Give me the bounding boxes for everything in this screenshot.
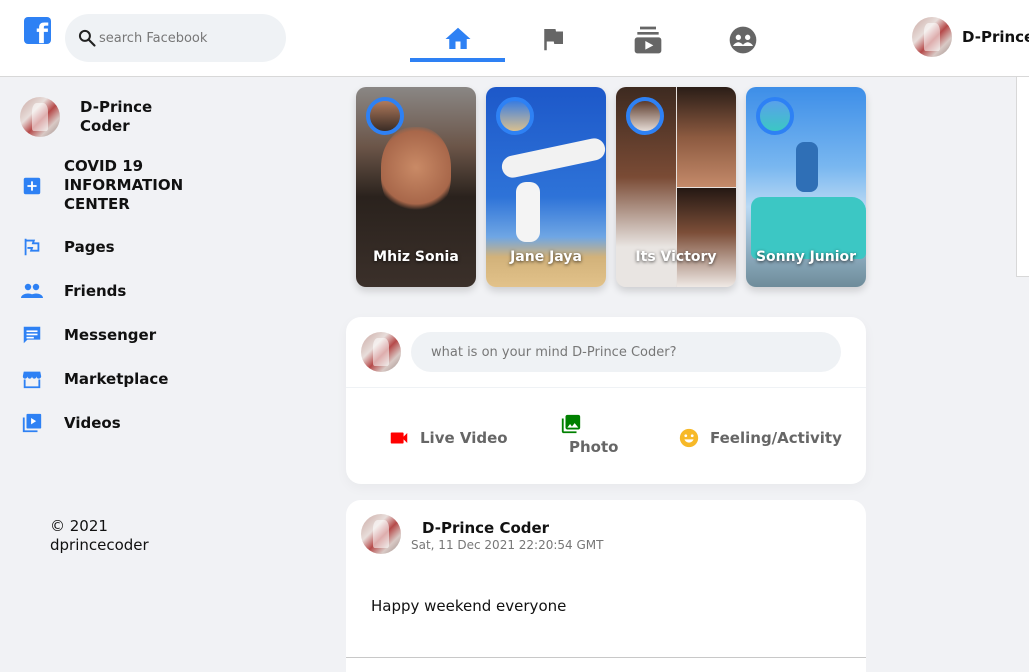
- story-name: Jane Jaya: [510, 249, 582, 265]
- photo-button[interactable]: Photo: [560, 413, 630, 463]
- storefront-icon: [20, 367, 44, 391]
- feeling-activity-label: Feeling/Activity: [710, 429, 842, 447]
- composer-input[interactable]: [411, 332, 841, 372]
- avatar: [361, 332, 401, 372]
- videocam-icon: [390, 432, 408, 444]
- search-box: [65, 14, 286, 62]
- emoji-icon: [679, 428, 699, 448]
- post-message: Happy weekend everyone: [371, 597, 567, 615]
- post-composer: Live Video Photo Feeling/Activity: [346, 317, 866, 484]
- chat-icon: [20, 323, 44, 347]
- nav-groups[interactable]: [695, 0, 790, 62]
- sidebar-user[interactable]: D-Prince Coder: [20, 97, 160, 137]
- facebook-logo-icon[interactable]: f: [24, 17, 51, 44]
- photo-library-icon: [561, 414, 581, 434]
- avatar: [912, 17, 952, 57]
- local-hospital-icon: [20, 174, 44, 198]
- sidebar-item-videos[interactable]: Videos: [20, 411, 121, 435]
- post-card: D-Prince Coder Sat, 11 Dec 2021 22:20:54…: [346, 500, 866, 672]
- sidebar-item-label: COVID 19 INFORMATION CENTER: [64, 157, 184, 213]
- live-video-label: Live Video: [420, 429, 508, 447]
- sidebar-item-label: Pages: [64, 237, 115, 256]
- story-image: [499, 136, 606, 180]
- sidebar-user-name: D-Prince Coder: [80, 98, 153, 135]
- story-card[interactable]: Sonny Junior: [746, 87, 866, 287]
- story-image: [381, 127, 451, 217]
- sidebar-item-covid[interactable]: COVID 19 INFORMATION CENTER: [20, 157, 194, 214]
- home-icon: [445, 27, 470, 49]
- story-avatar: [496, 97, 534, 135]
- story-avatar: [756, 97, 794, 135]
- header-user-name: D-Prince: [962, 28, 1029, 46]
- nav-watch[interactable]: [600, 0, 695, 62]
- story-image: [677, 188, 736, 287]
- sidebar-item-marketplace[interactable]: Marketplace: [20, 367, 168, 391]
- search-icon: [78, 29, 96, 47]
- post-timestamp: Sat, 11 Dec 2021 22:20:54 GMT: [411, 538, 604, 552]
- avatar[interactable]: [361, 514, 401, 554]
- sidebar-item-label: Friends: [64, 281, 127, 300]
- story-avatar: [626, 97, 664, 135]
- right-widget: [1016, 77, 1029, 277]
- header-user[interactable]: D-Prince: [912, 17, 1029, 57]
- post-author[interactable]: D-Prince Coder: [422, 519, 549, 537]
- story-name: Its Victory: [635, 249, 717, 265]
- story-name: Mhiz Sonia: [373, 249, 459, 265]
- flag-icon: [543, 29, 563, 51]
- nav-home[interactable]: [410, 0, 505, 62]
- sidebar-item-friends[interactable]: Friends: [20, 279, 126, 303]
- story-image: [677, 87, 736, 187]
- story-card[interactable]: Mhiz Sonia: [356, 87, 476, 287]
- sidebar-item-messenger[interactable]: Messenger: [20, 323, 156, 347]
- sidebar-item-label: Messenger: [64, 325, 157, 344]
- story-avatar: [366, 97, 404, 135]
- composer-top: [346, 317, 866, 388]
- story-image: [516, 182, 540, 242]
- sidebar-item-pages[interactable]: Pages: [20, 235, 115, 259]
- subscriptions-icon: [634, 26, 661, 54]
- video-library-icon: [20, 411, 44, 435]
- copyright-text: © 2021 dprincecoder: [50, 517, 149, 554]
- feeling-activity-button[interactable]: Feeling/Activity: [678, 427, 842, 449]
- post-divider: [346, 657, 866, 658]
- top-header: f D-Prince: [0, 0, 1029, 77]
- story-image: [796, 142, 818, 192]
- people-icon: [20, 279, 44, 303]
- story-name: Sonny Junior: [755, 249, 857, 265]
- avatar: [20, 97, 60, 137]
- supervised-user-icon: [729, 26, 756, 54]
- sidebar-item-label: Marketplace: [64, 369, 169, 388]
- story-card[interactable]: Jane Jaya: [486, 87, 606, 287]
- live-video-button[interactable]: Live Video: [388, 427, 508, 449]
- nav-pages[interactable]: [505, 0, 600, 62]
- sidebar-item-label: Videos: [64, 413, 121, 432]
- search-input[interactable]: [99, 26, 274, 50]
- photo-label: Photo: [569, 438, 619, 456]
- emoji-flags-icon: [20, 235, 44, 259]
- story-card[interactable]: Its Victory: [616, 87, 736, 287]
